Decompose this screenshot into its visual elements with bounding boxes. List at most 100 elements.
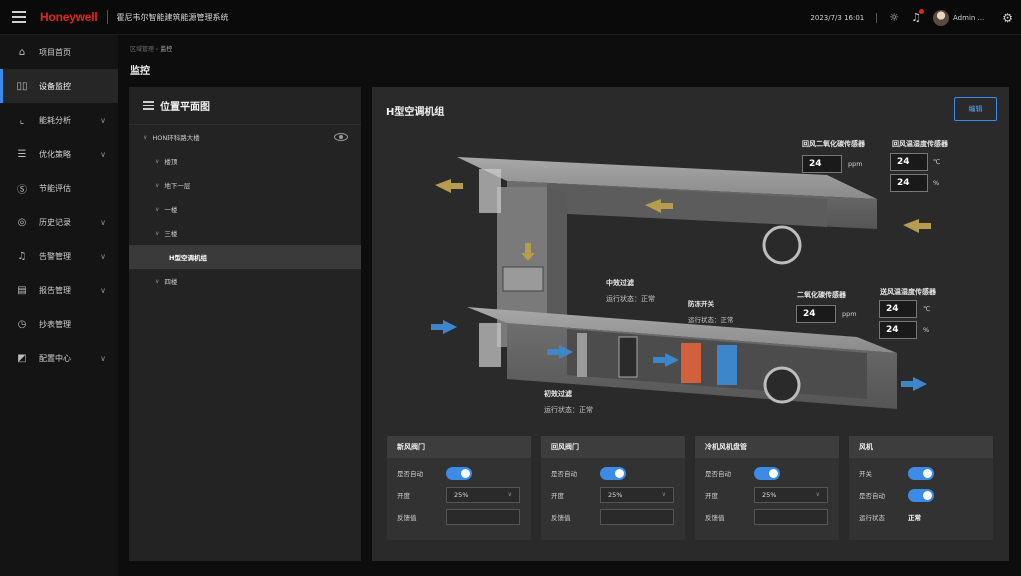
config-icon: ◩ <box>17 352 27 364</box>
sidebar-item-energy-evaluation[interactable]: Ⓢ 节能评估 <box>0 171 118 205</box>
feedback-input[interactable] <box>754 509 828 525</box>
tree-node-building[interactable]: ∨ HON环科路大楼 <box>129 125 361 149</box>
medium-filter-title: 中效过滤 <box>606 279 634 287</box>
auto-toggle[interactable] <box>600 466 626 480</box>
primary-filter-status-label: 运行状态： <box>544 406 579 414</box>
tree-node-h-ahu[interactable]: H型空调机组 <box>129 245 361 269</box>
tree-node-label: 四楼 <box>164 278 178 286</box>
sidebar-item-meter-reading[interactable]: ◷ 抄表管理 <box>0 307 118 341</box>
opening-label: 开度 <box>551 492 564 500</box>
return-inlet-arrow-icon <box>903 219 931 233</box>
sidebar-item-optimization[interactable]: ☰ 优化策略 ∨ <box>0 137 118 171</box>
supply-hum-value: 24 <box>879 321 917 339</box>
system-title: 霍尼韦尔智能建筑能源管理系统 <box>116 12 229 22</box>
sidebar-item-label: 项目首页 <box>39 47 71 57</box>
sidebar-item-home[interactable]: ⌂ 项目首页 <box>0 35 118 69</box>
chevron-down-icon: ∨ <box>815 491 820 498</box>
fan-switch-toggle[interactable] <box>908 466 934 480</box>
sidebar-item-energy-analysis[interactable]: ⌞ 能耗分析 ∨ <box>0 103 118 137</box>
breadcrumb-parent[interactable]: 区域管理 <box>130 46 154 53</box>
medium-filter <box>618 336 638 378</box>
fresh-air-damper <box>479 323 501 367</box>
sidebar-item-label: 历史记录 <box>39 217 71 227</box>
supply-co2-value: 24 <box>796 305 836 323</box>
chevron-down-icon: ∨ <box>100 353 106 363</box>
return-co2-sensor: 回风二氧化碳传感器 <box>802 139 865 155</box>
breadcrumb: 区域管理 › 监控 <box>130 44 172 53</box>
location-panel: 位置平面图 ∨ HON环科路大楼 ∨ 楼顶 ∨ 地下一层 ∨ 一楼 ∨ 三楼 H型空调机组… <box>129 87 361 561</box>
auto-toggle[interactable] <box>908 488 934 502</box>
chiller-coil-card: 冷机风机盘管 是否自动 开度 25% ∨ 反馈值 <box>695 436 839 540</box>
feedback-label: 反馈值 <box>705 514 725 522</box>
return-co2-sensor-title: 回风二氧化碳传感器 <box>802 140 865 148</box>
auto-toggle[interactable] <box>754 466 780 480</box>
ahu-panel-title: H型空调机组 <box>386 107 445 118</box>
opening-select[interactable]: 25% ∨ <box>446 487 520 503</box>
header-divider <box>876 12 878 23</box>
chevron-down-icon: ∨ <box>155 157 160 165</box>
card-title: 回风阀门 <box>541 436 685 458</box>
sidebar-item-label: 告警管理 <box>39 251 71 261</box>
sidebar-item-reports[interactable]: ▤ 报告管理 ∨ <box>0 273 118 307</box>
bell-icon: ♫ <box>17 250 27 262</box>
chevron-down-icon: ∨ <box>661 491 666 498</box>
fan-card: 风机 开关 是否自动 运行状态 正常 <box>849 436 993 540</box>
chevron-down-icon: ∨ <box>155 277 160 285</box>
avatar[interactable] <box>933 9 950 26</box>
history-icon: ◎ <box>17 216 27 228</box>
return-damper <box>479 169 501 213</box>
sidebar-item-label: 抄表管理 <box>39 319 71 329</box>
settings-gear-icon[interactable]: ⚙ <box>1002 11 1013 25</box>
notification-dot <box>919 9 925 14</box>
feedback-input[interactable] <box>600 509 674 525</box>
feedback-label: 反馈值 <box>551 514 571 522</box>
opening-label: 开度 <box>705 492 718 500</box>
medium-filter-status: 正常 <box>641 295 655 303</box>
auto-label: 是否自动 <box>705 470 731 478</box>
tree-node-floor-1[interactable]: ∨ 一楼 <box>129 197 361 221</box>
sidebar-item-label: 能耗分析 <box>39 115 71 125</box>
sidebar-item-alarms[interactable]: ♫ 告警管理 ∨ <box>0 239 118 273</box>
chevron-down-icon: ∨ <box>155 205 160 213</box>
tree-node-basement[interactable]: ∨ 地下一层 <box>129 173 361 197</box>
supply-outlet-arrow-icon <box>901 377 927 391</box>
strategy-icon: ☰ <box>17 148 27 160</box>
auto-label: 是否自动 <box>859 492 885 500</box>
return-hum-unit: % <box>933 179 940 187</box>
home-icon: ⌂ <box>18 46 26 58</box>
brand-logo: Honeywell <box>40 10 98 24</box>
meter-icon: ◷ <box>17 318 27 330</box>
opening-select[interactable]: 25% ∨ <box>754 487 828 503</box>
sidebar-item-history[interactable]: ◎ 历史记录 ∨ <box>0 205 118 239</box>
notification-bell-icon[interactable]: ♫ <box>911 9 925 24</box>
opening-value: 25% <box>454 491 469 499</box>
chevron-down-icon: ∨ <box>100 149 106 159</box>
sidebar-item-label: 报告管理 <box>39 285 71 295</box>
chevron-down-icon: ∨ <box>100 285 106 295</box>
edit-button[interactable]: 编辑 <box>954 97 997 121</box>
tree-node-floor-3[interactable]: ∨ 三楼 <box>129 221 361 245</box>
user-name[interactable]: Admin ... <box>953 14 984 22</box>
datetime: 2023/7/3 16:01 <box>810 13 865 22</box>
feedback-input[interactable] <box>446 509 520 525</box>
sidebar-item-config[interactable]: ◩ 配置中心 ∨ <box>0 341 118 375</box>
return-fan <box>762 225 802 265</box>
antifreeze-annotation: 防冻开关 运行状态：正常 <box>688 298 734 324</box>
supply-co2-sensor-title: 二氧化碳传感器 <box>797 291 846 299</box>
tree-node-floor-4[interactable]: ∨ 四楼 <box>129 269 361 293</box>
tree-node-label: 地下一层 <box>164 182 191 190</box>
return-co2-value: 24 <box>802 155 842 173</box>
sidebar-item-device-monitor[interactable]: ▯▯ 设备监控 <box>0 69 118 103</box>
return-co2-unit: ppm <box>848 160 863 168</box>
antifreeze-status: 正常 <box>720 316 734 324</box>
tree-node-roof[interactable]: ∨ 楼顶 <box>129 149 361 173</box>
auto-label: 是否自动 <box>397 470 423 478</box>
return-hum-value: 24 <box>890 174 928 192</box>
opening-select[interactable]: 25% ∨ <box>600 487 674 503</box>
menu-icon[interactable] <box>12 11 26 23</box>
brightness-icon[interactable]: ☼ <box>889 11 899 24</box>
medium-filter-annotation: 中效过滤 运行状态：正常 <box>606 278 655 304</box>
auto-toggle[interactable] <box>446 466 472 480</box>
chart-icon: ⌞ <box>19 114 25 126</box>
eye-icon[interactable] <box>334 133 348 141</box>
